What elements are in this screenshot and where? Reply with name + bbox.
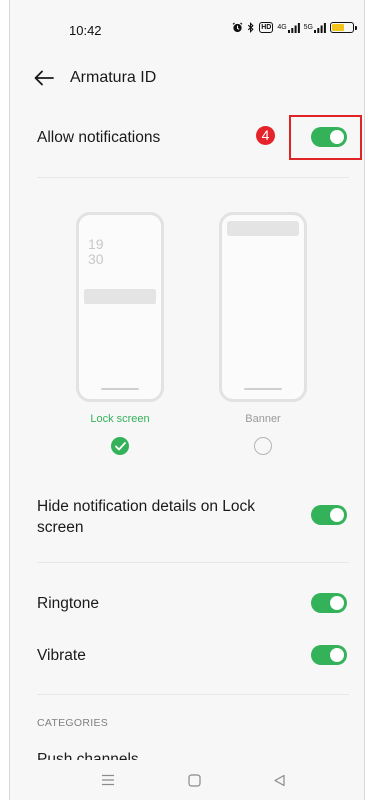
vibrate-toggle[interactable] (311, 645, 347, 665)
lock-screen-radio[interactable] (111, 437, 129, 455)
step-number-badge: 4 (256, 126, 275, 145)
toggle-knob (330, 508, 344, 522)
page-title: Armatura ID (70, 69, 157, 86)
signal-5g-icon: 5G (304, 22, 326, 33)
alarm-icon (232, 22, 243, 33)
arrow-left-icon (34, 70, 54, 86)
back-nav-button[interactable] (269, 770, 289, 790)
back-triangle-icon (273, 774, 285, 786)
category-item-partial[interactable]: Push channels (37, 751, 139, 760)
preview-home-bar (101, 388, 139, 390)
preview-banner-placeholder (227, 221, 299, 236)
menu-button[interactable] (98, 770, 118, 790)
banner-preview[interactable] (219, 212, 307, 402)
allow-notifications-label: Allow notifications (37, 129, 161, 146)
status-bar: 10:42 HD 4G 5G (10, 0, 364, 58)
system-nav-bar (10, 760, 364, 800)
signal-4g-icon: 4G (277, 22, 300, 33)
preview-home-bar (244, 388, 282, 390)
toggle-knob (330, 648, 344, 662)
hide-details-label: Hide notification details on Lock screen (37, 498, 255, 536)
back-button[interactable] (32, 67, 56, 89)
check-icon (114, 441, 126, 450)
battery-icon (330, 22, 357, 33)
toggle-knob (330, 596, 344, 610)
divider (37, 694, 349, 695)
divider (37, 562, 349, 563)
banner-caption: Banner (245, 413, 281, 425)
menu-icon (102, 774, 114, 786)
highlight-annotation (289, 115, 362, 160)
categories-header: CATEGORIES (37, 717, 109, 729)
lock-screen-caption: Lock screen (90, 413, 150, 425)
preview-clock: 19 30 (88, 236, 104, 267)
hd-voice-icon: HD (259, 22, 274, 33)
battery-level (332, 24, 344, 31)
status-icons: HD 4G 5G (232, 22, 357, 33)
divider (37, 177, 349, 178)
ringtone-toggle[interactable] (311, 593, 347, 613)
vibrate-label: Vibrate (37, 647, 86, 664)
preview-notification-placeholder (84, 289, 156, 304)
phone-screen: 10:42 HD 4G 5G Armatura ID Allow notific… (9, 0, 365, 800)
hide-details-toggle[interactable] (311, 505, 347, 525)
lock-screen-preview[interactable]: 19 30 (76, 212, 164, 402)
bluetooth-icon (247, 22, 255, 33)
page-header: Armatura ID (10, 60, 364, 96)
ringtone-label: Ringtone (37, 595, 100, 612)
status-time: 10:42 (69, 23, 102, 38)
banner-radio[interactable] (254, 437, 272, 455)
home-button[interactable] (184, 770, 204, 790)
home-icon (187, 773, 201, 787)
